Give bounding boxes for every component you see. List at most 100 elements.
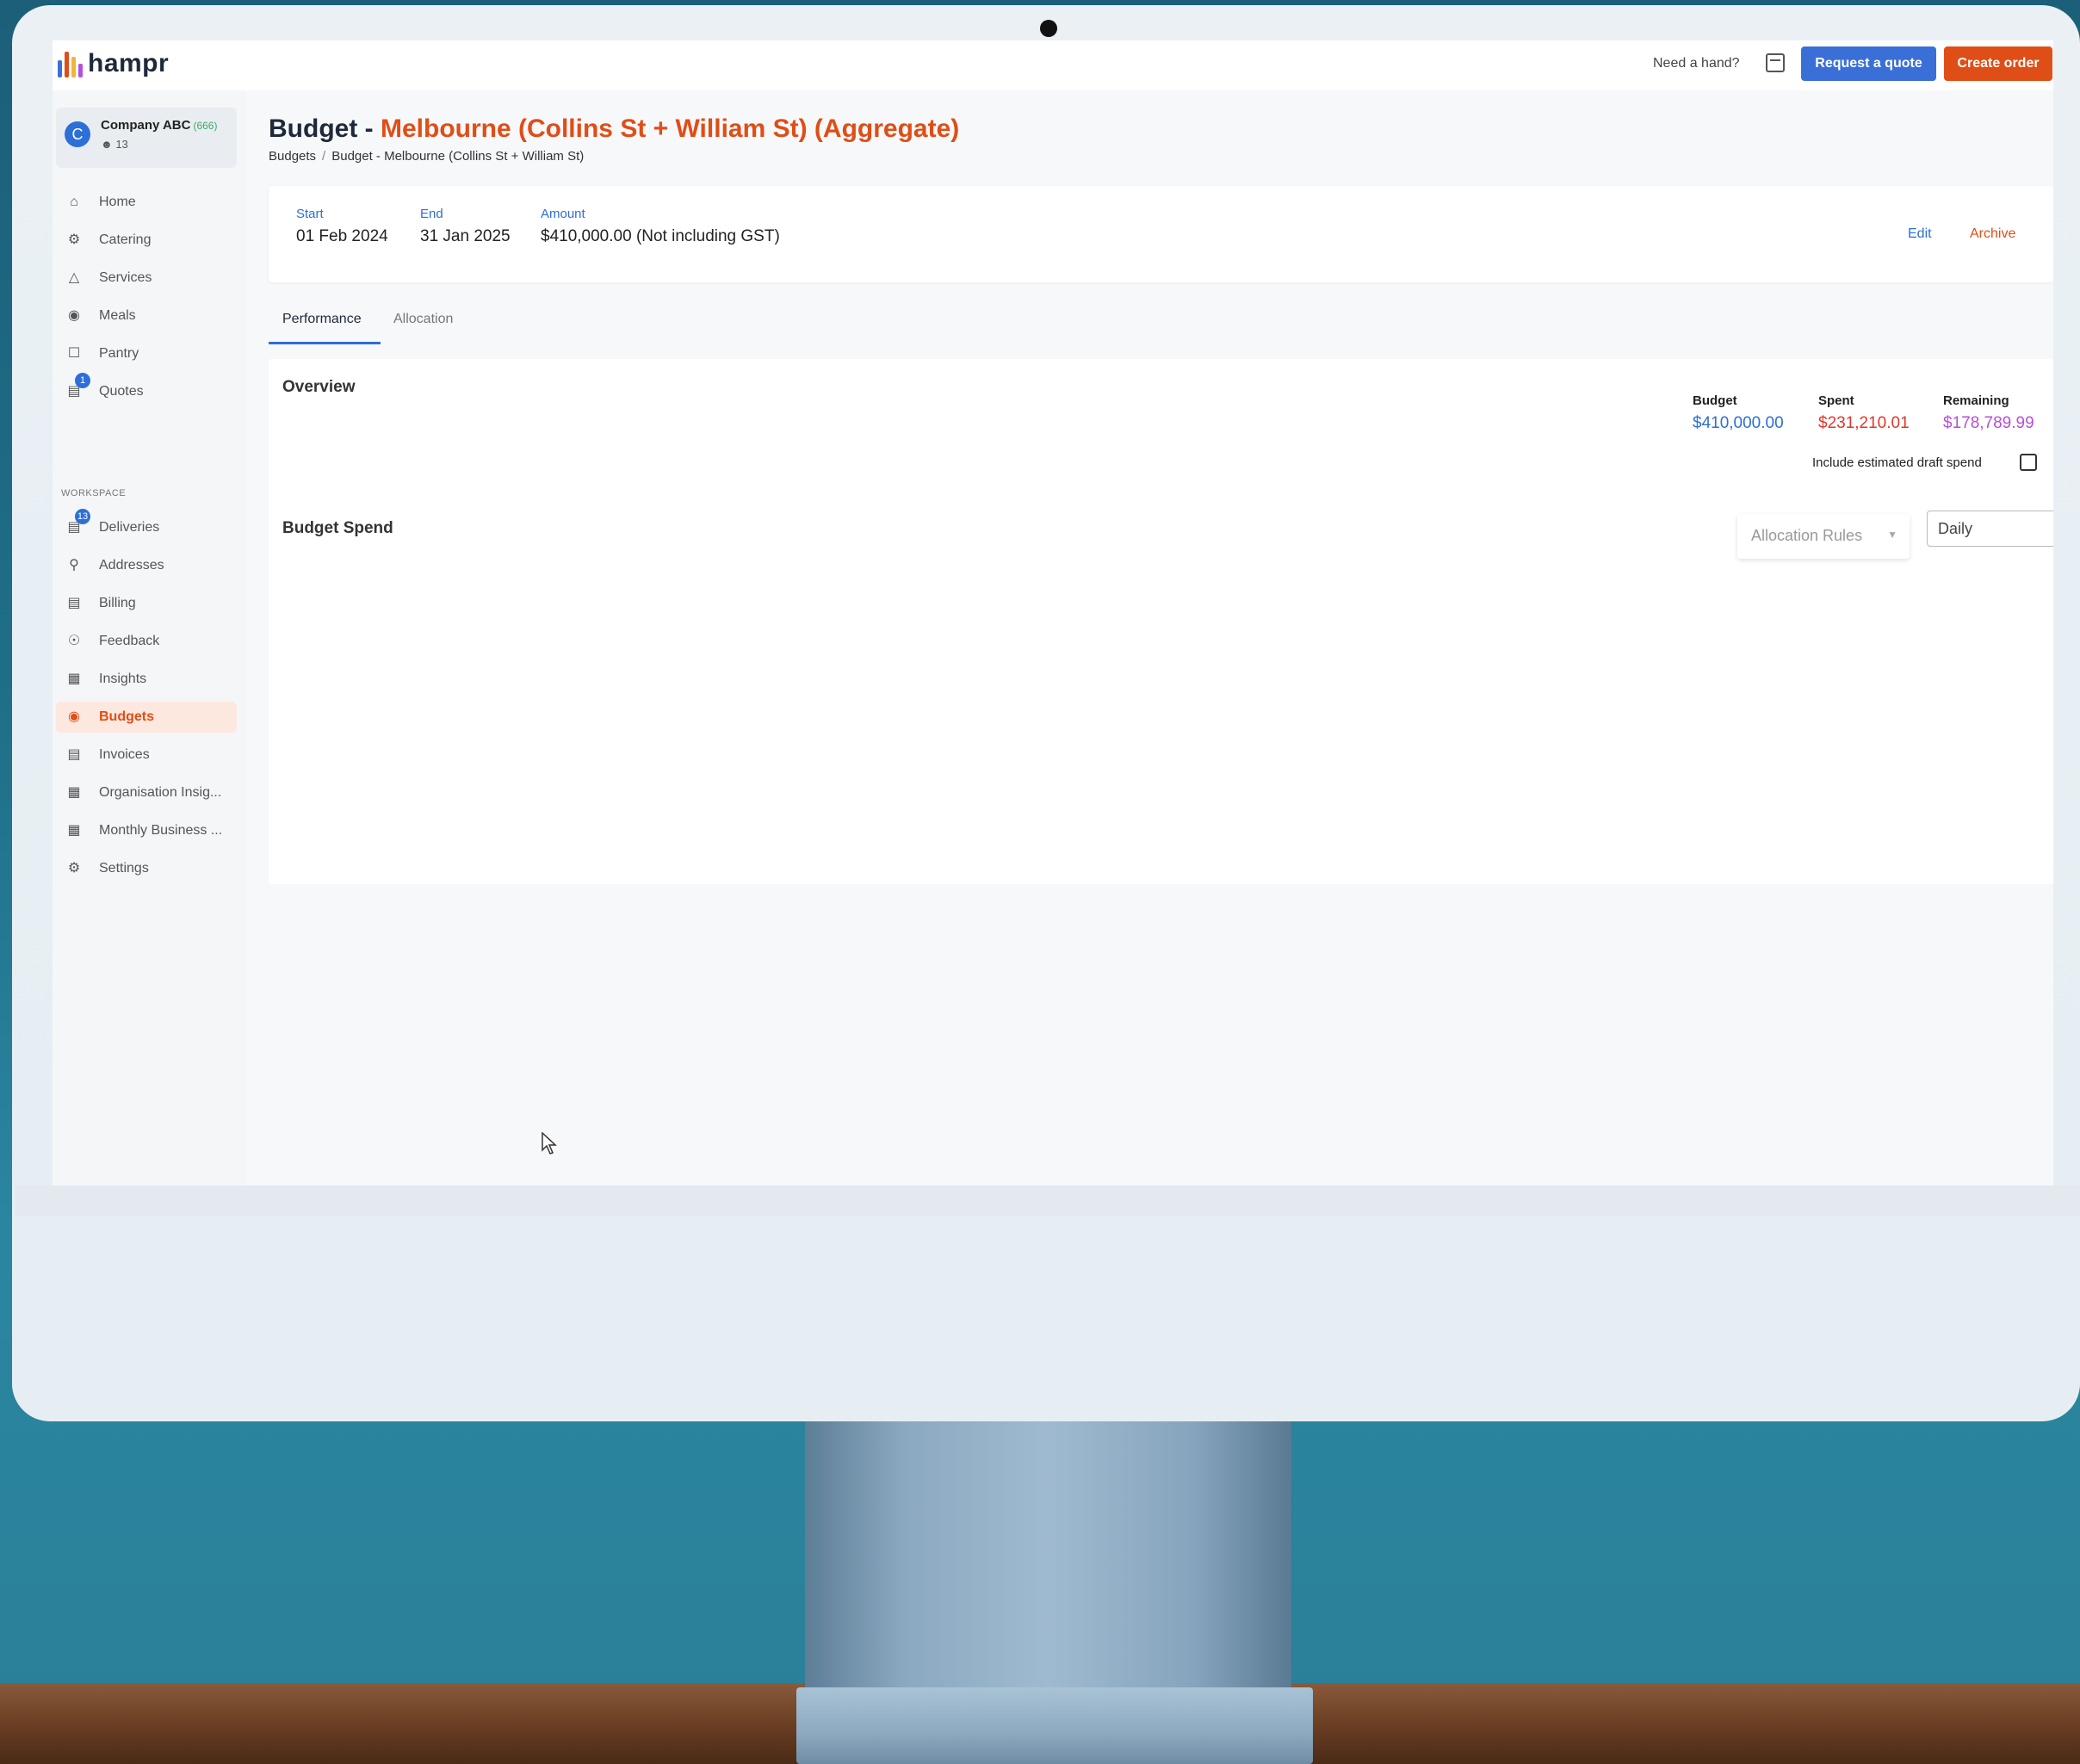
remaining-stat-value: $178,789.99	[1943, 414, 2034, 432]
sidebar-item-pantry[interactable]: ☐ Pantry	[56, 338, 237, 369]
bar-chart-icon: ▦	[67, 823, 81, 838]
spent-stat-label: Spent	[1818, 393, 1854, 408]
page-title-accent: Melbourne (Collins St + William St) (Agg…	[380, 115, 960, 143]
sidebar-item-addresses[interactable]: ⚲ Addresses	[56, 550, 237, 581]
sidebar-item-insights[interactable]: ▦ Insights	[56, 664, 237, 695]
sidebar-item-label: Feedback	[99, 634, 160, 648]
start-value: 01 Feb 2024	[296, 227, 388, 245]
period-select[interactable]: Daily ⌄	[1927, 511, 2053, 547]
sidebar-item-settings[interactable]: ⚙ Settings	[56, 853, 237, 884]
need-a-hand-link[interactable]: Need a hand?	[1653, 56, 1740, 71]
hampr-logo[interactable]: hampr	[58, 49, 169, 78]
budget-stat-value: $410,000.00	[1693, 414, 1784, 432]
company-user-count: ☻ 13	[101, 138, 128, 151]
webcam	[1040, 20, 1057, 37]
feedback-icon: ☉	[67, 634, 81, 648]
deliveries-badge: 13	[75, 509, 90, 524]
edit-button[interactable]: Edit	[1908, 226, 1932, 242]
end-label: End	[420, 207, 443, 221]
chevron-down-icon: ▼	[1887, 529, 1897, 541]
sidebar-item-label: Monthly Business ...	[99, 823, 223, 838]
sidebar-item-monthly-business[interactable]: ▦ Monthly Business ...	[56, 815, 237, 846]
monitor-bezel-bottom	[15, 1185, 2080, 1216]
page-title-prefix: Budget -	[269, 115, 381, 143]
breadcrumb-current: Budget - Melbourne (Collins St + William…	[331, 149, 585, 164]
mouse-cursor-icon	[542, 1132, 557, 1154]
calendar-icon[interactable]	[1766, 53, 1785, 72]
sidebar-item-label: Meals	[99, 308, 136, 323]
end-value: 31 Jan 2025	[420, 227, 511, 245]
tab-performance[interactable]: Performance	[269, 312, 381, 344]
sidebar-item-label: Addresses	[99, 558, 164, 573]
sidebar-item-label: Quotes	[99, 384, 144, 399]
pantry-icon: ☐	[67, 346, 81, 361]
sidebar-item-invoices[interactable]: ▤ Invoices	[56, 740, 237, 771]
sidebar-item-meals[interactable]: ◉ Meals	[56, 300, 237, 331]
money-bag-icon: ◉	[68, 709, 80, 724]
create-order-button[interactable]: Create order	[1944, 46, 2052, 81]
start-label: Start	[296, 207, 324, 221]
allocation-rules-placeholder: Allocation Rules	[1751, 527, 1863, 544]
company-avatar: C	[65, 121, 90, 147]
invoice-icon: ▤	[67, 747, 81, 762]
location-pin-icon: ⚲	[69, 558, 79, 573]
home-icon: ⌂	[70, 195, 78, 209]
sidebar-item-label: Services	[99, 270, 152, 285]
amount-value: $410,000.00 (Not including GST)	[541, 227, 780, 245]
billing-icon: ▤	[67, 596, 81, 610]
logo-text: hampr	[88, 49, 170, 77]
performance-card: Overview Budget $410,000.00 Spent $231,2…	[269, 359, 2053, 884]
app-screen: hampr Need a hand? Request a quote Creat…	[53, 40, 2053, 1185]
user-icon: ☻	[101, 138, 113, 151]
meals-icon: ◉	[68, 308, 80, 323]
sidebar-item-services[interactable]: △ Services	[56, 263, 237, 294]
sidebar-item-quotes[interactable]: ▤ 1 Quotes	[56, 373, 237, 407]
draft-spend-checkbox[interactable]	[2020, 454, 2037, 471]
company-name: Company ABC (666)	[101, 118, 217, 133]
company-name-text: Company ABC	[101, 118, 191, 133]
sidebar: C Company ABC (666) ☻ 13 ⌂ Home ⚙ Caterin…	[53, 90, 246, 1185]
sidebar-item-label: Organisation Insig...	[99, 785, 222, 800]
breadcrumb-budgets-link[interactable]: Budgets	[269, 149, 316, 164]
gear-icon: ⚙	[67, 861, 81, 876]
budget-info-card: Start 01 Feb 2024 End 31 Jan 2025 Amount…	[269, 186, 2053, 282]
sidebar-item-catering[interactable]: ⚙ Catering	[56, 225, 237, 256]
period-select-value: Daily	[1938, 520, 1973, 537]
logo-mark-icon	[58, 50, 83, 77]
tab-allocation[interactable]: Allocation	[393, 312, 453, 344]
sidebar-item-billing[interactable]: ▤ Billing	[56, 588, 237, 619]
request-quote-button[interactable]: Request a quote	[1801, 46, 1936, 81]
services-icon: △	[68, 270, 80, 285]
sidebar-item-label: Budgets	[99, 709, 154, 724]
quotes-badge: 1	[75, 373, 90, 388]
utensils-icon: ⚙	[67, 232, 81, 247]
remaining-stat-label: Remaining	[1943, 393, 2009, 408]
sidebar-item-label: Home	[99, 195, 136, 209]
page-title: Budget - Melbourne (Collins St + William…	[269, 115, 959, 144]
sidebar-item-label: Catering	[99, 232, 152, 247]
sidebar-item-home[interactable]: ⌂ Home	[56, 187, 237, 218]
company-switcher[interactable]: C Company ABC (666) ☻ 13	[56, 108, 237, 168]
amount-label: Amount	[541, 207, 585, 221]
sidebar-item-deliveries[interactable]: ▤ 13 Deliveries	[56, 509, 237, 543]
sidebar-item-label: Deliveries	[99, 520, 160, 535]
bar-chart-icon: ▦	[67, 785, 81, 800]
workspace-section-label: WORKSPACE	[61, 488, 127, 498]
sidebar-item-feedback[interactable]: ☉ Feedback	[56, 626, 237, 657]
sidebar-item-label: Invoices	[99, 747, 150, 762]
breadcrumb-separator: /	[322, 149, 326, 164]
monitor-stand-foot	[796, 1687, 1313, 1764]
sidebar-item-label: Insights	[99, 672, 147, 686]
sidebar-item-budgets[interactable]: ◉ Budgets	[56, 702, 237, 733]
bar-chart-icon: ▦	[67, 672, 81, 686]
budget-stat-label: Budget	[1693, 393, 1737, 408]
top-bar: hampr Need a hand? Request a quote Creat…	[53, 40, 2053, 90]
allocation-rules-select[interactable]: Allocation Rules ▼	[1737, 514, 1910, 559]
monitor-stand	[805, 1412, 1291, 1705]
draft-spend-label: Include estimated draft spend	[1812, 455, 1982, 470]
sidebar-item-label: Billing	[99, 596, 136, 610]
sidebar-item-organisation-insights[interactable]: ▦ Organisation Insig...	[56, 777, 237, 808]
sidebar-item-label: Pantry	[99, 346, 139, 361]
company-code: (666)	[193, 120, 218, 132]
archive-button[interactable]: Archive	[1970, 226, 2015, 242]
